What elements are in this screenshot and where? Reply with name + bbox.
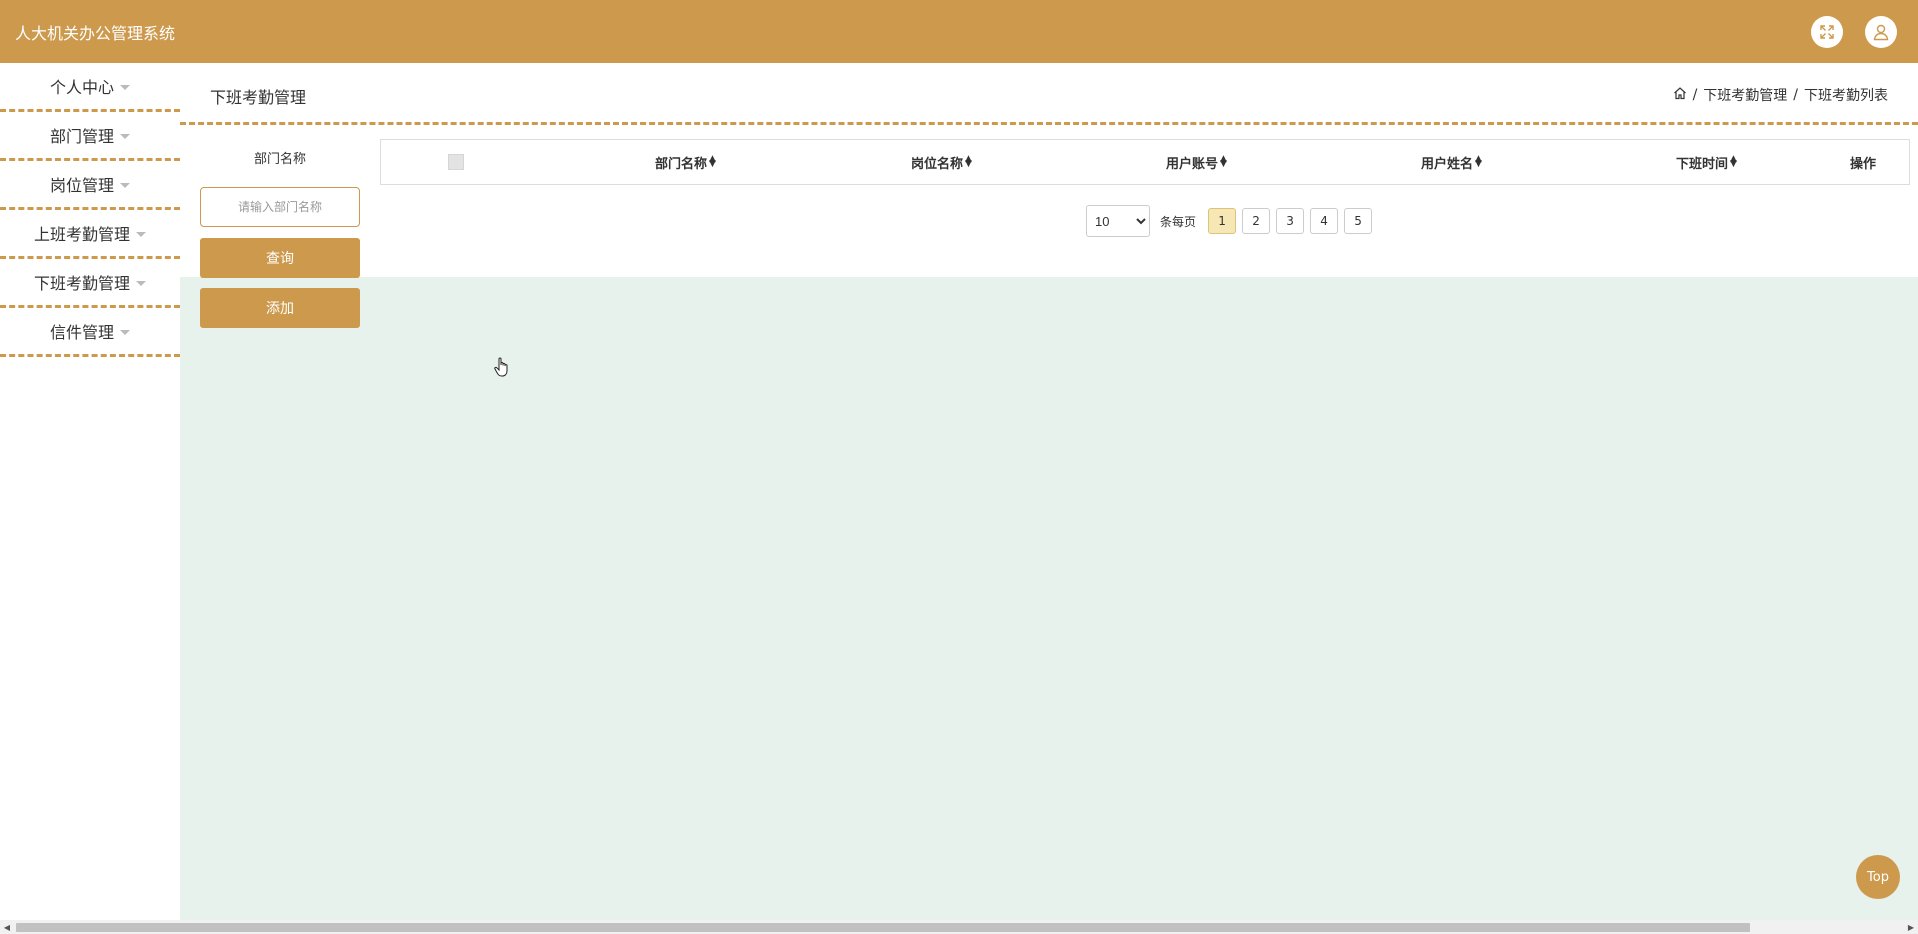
department-search-input[interactable]	[200, 187, 360, 227]
sidebar-item-label: 信件管理	[49, 323, 114, 342]
sidebar-item-department[interactable]: 部门管理	[0, 112, 180, 161]
scroll-left-arrow-icon[interactable]: ◀	[0, 920, 14, 934]
sidebar: 个人中心 部门管理 岗位管理 上班考勤管理 下班考勤管理 信件管理	[0, 63, 180, 920]
caret-down-icon	[136, 280, 146, 286]
sidebar-item-checkout[interactable]: 下班考勤管理	[0, 259, 180, 308]
sidebar-item-letters[interactable]: 信件管理	[0, 308, 180, 357]
scroll-right-arrow-icon[interactable]: ▶	[1904, 920, 1918, 934]
sort-icon: ▲ ▼	[1730, 154, 1737, 169]
column-header-department[interactable]: 部门名称 ▲ ▼	[586, 140, 786, 184]
query-button[interactable]: 查询	[200, 238, 360, 278]
select-all-cell	[431, 140, 481, 184]
column-label: 下班时间	[1675, 156, 1728, 172]
hand-cursor-icon	[493, 356, 511, 382]
column-label: 岗位名称	[910, 156, 963, 172]
sidebar-item-label: 下班考勤管理	[33, 274, 130, 293]
add-button[interactable]: 添加	[200, 288, 360, 328]
breadcrumb-separator: /	[1692, 87, 1698, 103]
page-header: 下班考勤管理 / 下班考勤管理 / 下班考勤列表	[180, 63, 1918, 125]
sort-icon: ▲ ▼	[1475, 154, 1482, 169]
caret-down-icon	[120, 84, 130, 90]
sidebar-item-position[interactable]: 岗位管理	[0, 161, 180, 210]
sidebar-item-label: 部门管理	[49, 127, 114, 146]
sort-icon: ▲ ▼	[1220, 154, 1227, 169]
breadcrumb-separator: /	[1793, 87, 1798, 103]
column-header-actions: 操作	[1813, 140, 1913, 184]
page-button-5[interactable]: 5	[1344, 208, 1373, 234]
sidebar-item-label: 个人中心	[49, 78, 114, 97]
sort-icon: ▲ ▼	[965, 154, 972, 169]
column-label: 用户账号	[1165, 156, 1218, 172]
column-header-username[interactable]: 用户姓名 ▲ ▼	[1352, 140, 1552, 184]
app-title: 人大机关办公管理系统	[15, 24, 176, 43]
sidebar-item-checkin[interactable]: 上班考勤管理	[0, 210, 180, 259]
page-size-select[interactable]: 10	[1086, 205, 1150, 237]
caret-down-icon	[120, 133, 130, 139]
breadcrumb-item[interactable]: 下班考勤管理	[1703, 85, 1787, 105]
back-to-top-button[interactable]: Top	[1856, 855, 1900, 899]
page-button-2[interactable]: 2	[1242, 208, 1271, 234]
page-button-1[interactable]: 1	[1208, 208, 1237, 234]
page-title: 下班考勤管理	[210, 88, 307, 107]
user-icon[interactable]	[1865, 16, 1897, 48]
pagination: 10 条每页 1 2 3 4 5	[1086, 205, 1373, 237]
breadcrumb: / 下班考勤管理 / 下班考勤列表	[1673, 85, 1888, 105]
column-label: 部门名称	[654, 156, 707, 172]
column-header-account[interactable]: 用户账号 ▲ ▼	[1097, 140, 1297, 184]
caret-down-icon	[136, 231, 146, 237]
sidebar-item-label: 上班考勤管理	[33, 225, 130, 244]
per-page-label: 条每页	[1160, 214, 1197, 229]
scrollbar-thumb[interactable]	[16, 923, 1750, 932]
horizontal-scrollbar[interactable]: ◀ ▶	[0, 920, 1918, 934]
select-all-checkbox[interactable]	[448, 154, 464, 170]
column-label: 操作	[1849, 156, 1876, 172]
page-button-4[interactable]: 4	[1310, 208, 1339, 234]
home-icon[interactable]	[1673, 86, 1687, 104]
sort-icon: ▲ ▼	[709, 154, 716, 169]
content-background	[180, 277, 1918, 920]
top-bar: 人大机关办公管理系统	[0, 0, 1918, 63]
search-label: 部门名称	[253, 152, 306, 167]
caret-down-icon	[120, 329, 130, 335]
data-table: 部门名称 ▲ ▼ 岗位名称 ▲ ▼ 用户账号 ▲ ▼ 用户姓名 ▲ ▼ 下班时间 ▲ ▼ …	[380, 139, 1910, 185]
sidebar-item-personal-center[interactable]: 个人中心	[0, 63, 180, 112]
column-header-checkout-time[interactable]: 下班时间 ▲ ▼	[1607, 140, 1807, 184]
sidebar-item-label: 岗位管理	[49, 176, 114, 195]
caret-down-icon	[120, 182, 130, 188]
breadcrumb-item: 下班考勤列表	[1804, 88, 1888, 104]
column-header-position[interactable]: 岗位名称 ▲ ▼	[842, 140, 1042, 184]
column-label: 用户姓名	[1420, 156, 1473, 172]
fullscreen-icon[interactable]	[1811, 16, 1843, 48]
page-button-3[interactable]: 3	[1276, 208, 1305, 234]
